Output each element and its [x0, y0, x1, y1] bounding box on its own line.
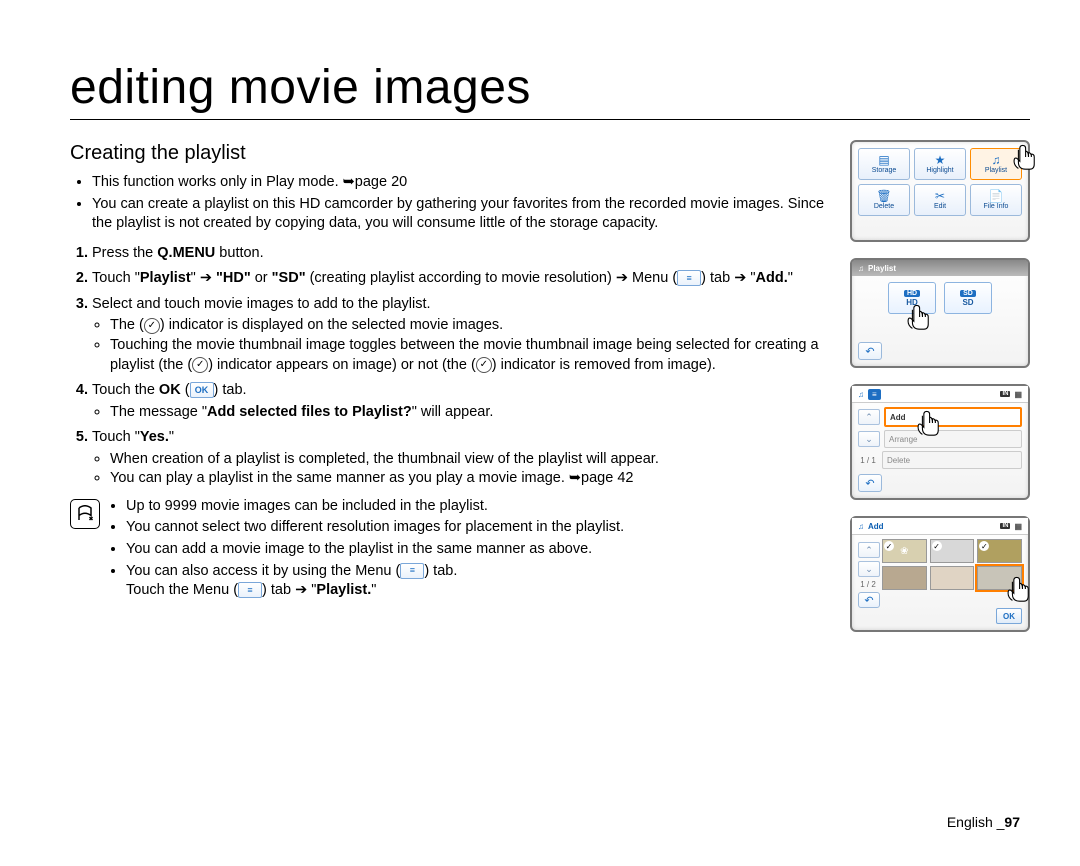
- step-3-sub: Touching the movie thumbnail image toggl…: [110, 336, 830, 375]
- up-arrow-icon: ⌃: [858, 409, 880, 425]
- notes-list: Up to 9999 movie images can be included …: [108, 497, 624, 601]
- qmenu-storage: ▤Storage: [858, 148, 910, 180]
- figure-qmenu: ▤Storage ★Highlight ♫Playlist 🗑Delete ✂E…: [850, 140, 1030, 242]
- page-title: editing movie images: [70, 60, 1030, 120]
- playlist-hd-button: HDHD: [888, 282, 936, 314]
- step-5-sub: When creation of a playlist is completed…: [110, 450, 830, 470]
- intro-item: You can create a playlist on this HD cam…: [92, 195, 830, 234]
- thumbnail: [930, 566, 975, 590]
- section-heading: Creating the playlist: [70, 140, 830, 167]
- down-arrow-icon: ⌄: [858, 561, 880, 577]
- note-item: You can also access it by using the Menu…: [126, 562, 624, 601]
- return-icon: ↶: [858, 592, 880, 608]
- figure-add-thumbs: ♫ Add IN▦ ⌃ ⌄ 1 / 2 ↶ ❀: [850, 516, 1030, 632]
- menu-item-arrange: Arrange: [884, 430, 1022, 448]
- qmenu-fileinfo: 📄File Info: [970, 184, 1022, 216]
- step-3-sub: The (✓) indicator is displayed on the se…: [110, 316, 830, 336]
- note-item: Up to 9999 movie images can be included …: [126, 497, 624, 517]
- thumbnail-selected: [977, 566, 1022, 590]
- check-icon: ✓: [476, 357, 492, 373]
- menu-item-delete: Delete: [882, 451, 1022, 469]
- ok-button: OK: [996, 608, 1022, 624]
- intro-bullets: This function works only in Play mode. ➥…: [70, 173, 830, 234]
- step-3: Select and touch movie images to add to …: [92, 295, 830, 375]
- menu-icon: ≡: [238, 582, 262, 598]
- page-indicator: 1 / 2: [858, 580, 878, 589]
- step-5-sub: You can play a playlist in the same mann…: [110, 469, 830, 489]
- intro-item: This function works only in Play mode. ➥…: [92, 173, 830, 193]
- qmenu-playlist: ♫Playlist: [970, 148, 1022, 180]
- thumbnail: [930, 539, 975, 563]
- steps-list: Press the Q.MENU button. Touch "Playlist…: [70, 244, 830, 489]
- step-4: Touch the OK (OK) tab. The message "Add …: [92, 381, 830, 422]
- qmenu-highlight: ★Highlight: [914, 148, 966, 180]
- check-icon: ✓: [192, 357, 208, 373]
- note-item: You can add a movie image to the playlis…: [126, 540, 624, 560]
- figure-menu-list: ♫ ≡ IN▦ ⌃Add ⌄Arrange 1 / 1Delete ↶: [850, 384, 1030, 500]
- body-text: Creating the playlist This function work…: [70, 140, 830, 603]
- figures-column: ▤Storage ★Highlight ♫Playlist 🗑Delete ✂E…: [850, 140, 1030, 632]
- menu-icon: ≡: [400, 563, 424, 579]
- note-icon: [70, 499, 100, 529]
- thumbnail: ❀: [882, 539, 927, 563]
- qmenu-edit: ✂Edit: [914, 184, 966, 216]
- figure-playlist-select: ♫Playlist HDHD SDSD ↶: [850, 258, 1030, 368]
- menu-tab-icon: ≡: [868, 389, 881, 400]
- down-arrow-icon: ⌄: [858, 431, 880, 447]
- menu-item-add: Add: [884, 407, 1022, 427]
- qmenu-delete: 🗑Delete: [858, 184, 910, 216]
- step-1: Press the Q.MENU button.: [92, 244, 830, 264]
- return-icon: ↶: [858, 474, 882, 492]
- page-indicator: 1 / 1: [858, 456, 878, 465]
- step-4-sub: The message "Add selected files to Playl…: [110, 403, 830, 423]
- thumbnail: [882, 566, 927, 590]
- ok-icon: OK: [190, 382, 214, 398]
- playlist-sd-button: SDSD: [944, 282, 992, 314]
- thumbnail: [977, 539, 1022, 563]
- step-5: Touch "Yes." When creation of a playlist…: [92, 428, 830, 489]
- step-2: Touch "Playlist" ➔ "HD" or "SD" (creatin…: [92, 269, 830, 289]
- page-footer: English _97: [947, 814, 1020, 830]
- return-icon: ↶: [858, 342, 882, 360]
- up-arrow-icon: ⌃: [858, 542, 880, 558]
- note-item: You cannot select two different resoluti…: [126, 518, 624, 538]
- check-icon: ✓: [144, 318, 160, 334]
- menu-icon: ≡: [677, 270, 701, 286]
